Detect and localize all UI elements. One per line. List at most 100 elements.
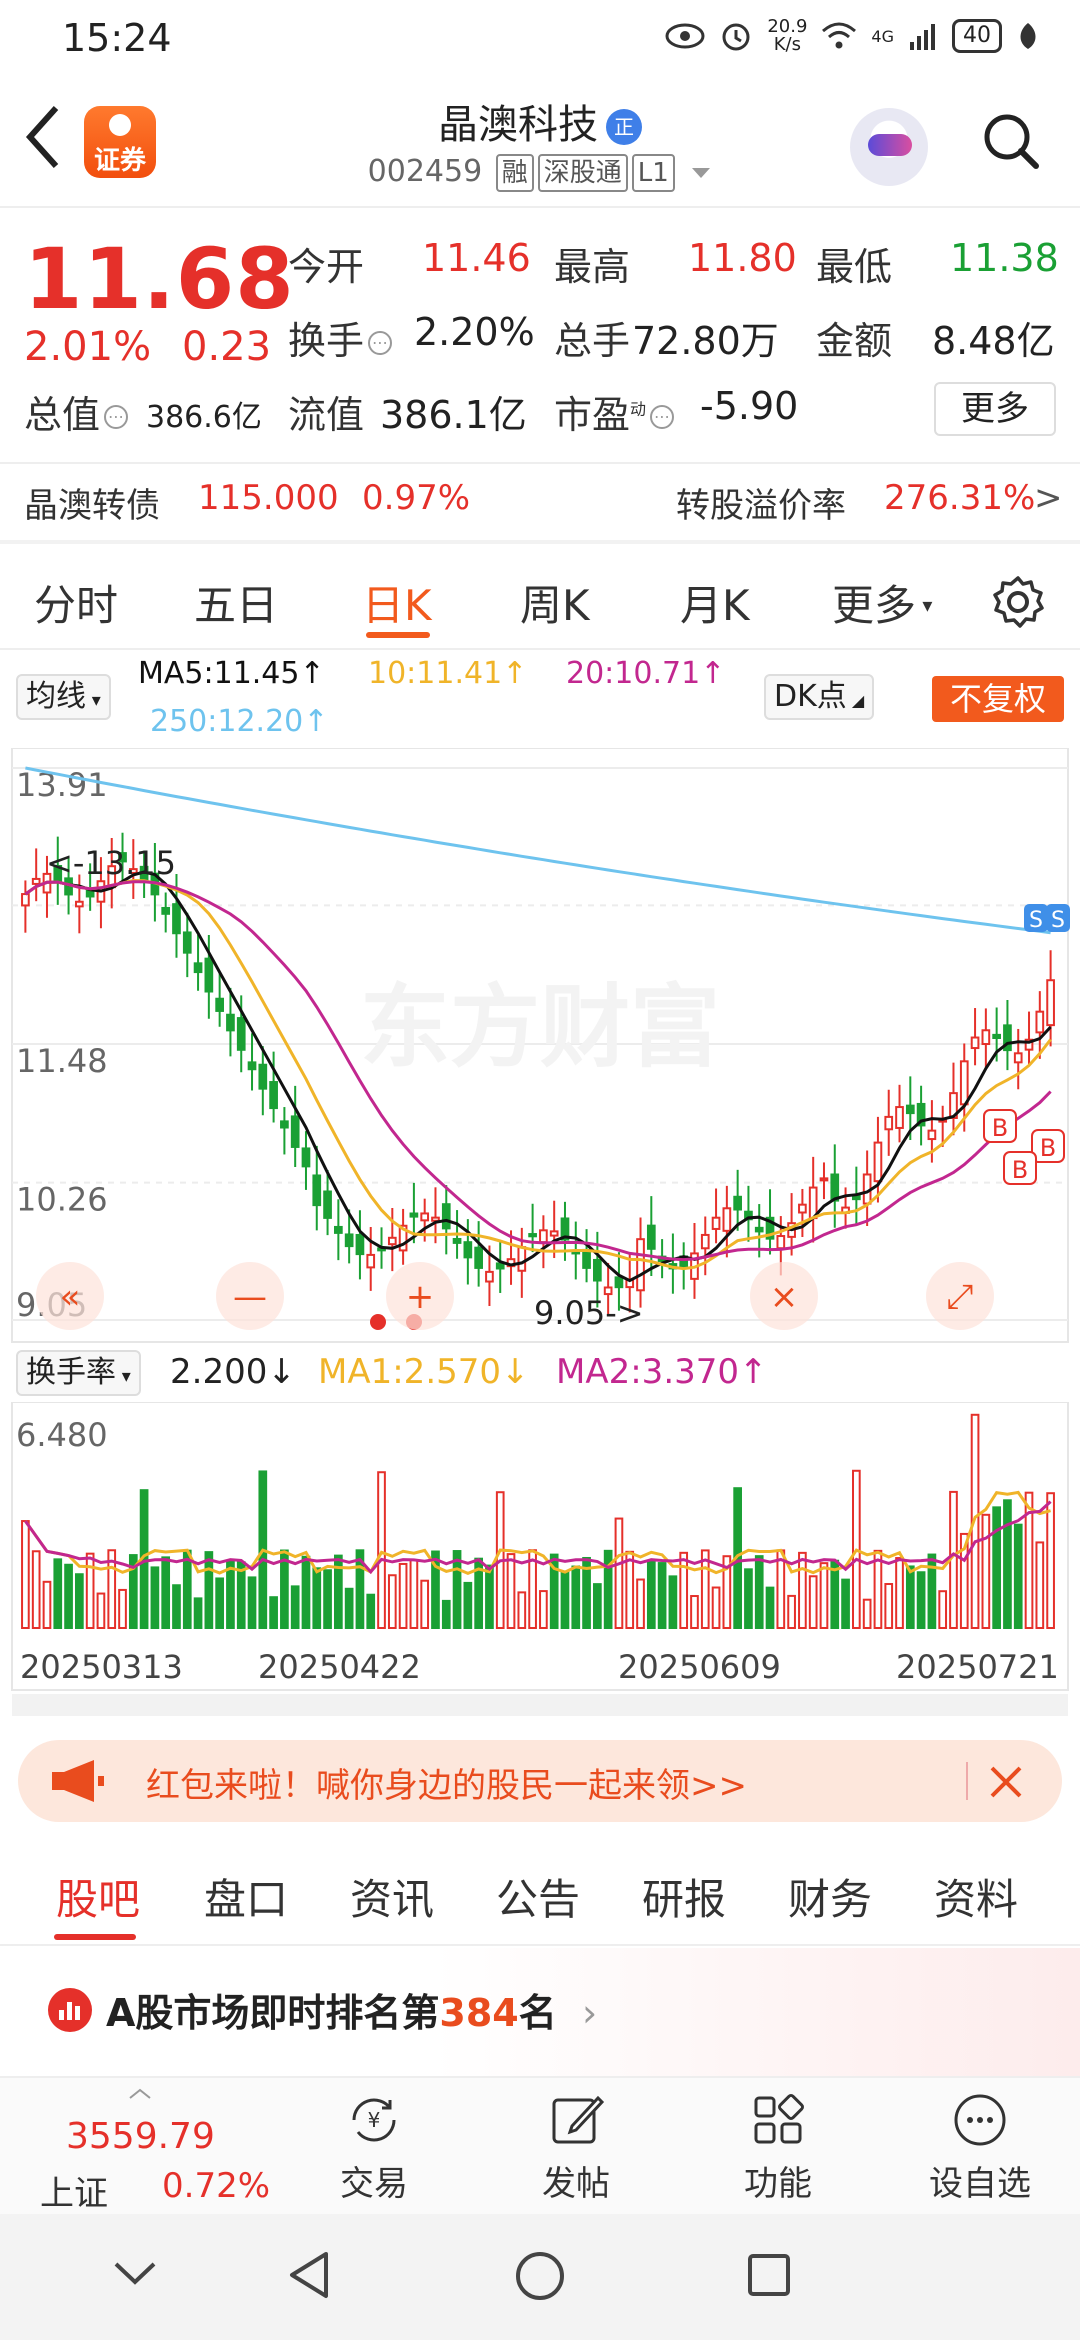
- candle-body: [172, 903, 181, 935]
- premium-arrow[interactable]: >: [1034, 478, 1063, 518]
- market-rank-row[interactable]: A股市场即时排名第384名 ›: [0, 1948, 1080, 2078]
- volume-bar: [1046, 1492, 1055, 1629]
- candle-body: [226, 1013, 235, 1032]
- candle-body: [711, 1216, 721, 1230]
- volume-bar: [53, 1558, 63, 1629]
- gear-icon[interactable]: [990, 574, 1046, 630]
- volume-bar: [571, 1565, 581, 1629]
- back-triangle-icon[interactable]: [286, 2250, 332, 2300]
- dk-point-button[interactable]: DK点 ◢: [764, 674, 875, 720]
- volume-bar: [64, 1563, 73, 1630]
- indicator-selector-button[interactable]: 换手率 ▾: [16, 1350, 141, 1396]
- bond-percent: 0.97%: [362, 478, 471, 518]
- rank-chart-icon: [48, 1988, 92, 2032]
- candle-body: [215, 997, 224, 1012]
- info-icon[interactable]: ⋯: [650, 405, 675, 429]
- candle-body: [21, 893, 30, 907]
- market-cap-label[interactable]: 总值 ⋯: [24, 384, 129, 439]
- ma-selector-button[interactable]: 均线 ▾: [16, 674, 111, 720]
- tab-monthly-k[interactable]: 月K: [680, 572, 750, 633]
- tab-profile[interactable]: 资料: [934, 1866, 1018, 1927]
- tab-daily-k[interactable]: 日K: [362, 572, 432, 633]
- trade-button[interactable]: ¥ 交易: [314, 2090, 434, 2205]
- chart-period-tabs: 分时 五日 日K 周K 月K 更多 ▾: [0, 560, 1080, 650]
- volume-bar: [21, 1520, 30, 1629]
- edit-icon: [552, 2095, 605, 2144]
- info-icon[interactable]: ⋯: [104, 405, 129, 429]
- close-icon[interactable]: [986, 1762, 1026, 1802]
- bond-name[interactable]: 晶澳转债: [24, 478, 160, 527]
- volume-bar: [657, 1562, 667, 1629]
- caret-down-icon: [692, 167, 711, 178]
- tab-five-day[interactable]: 五日: [194, 572, 278, 633]
- turnover-label[interactable]: 换手 ⋯: [288, 310, 393, 365]
- volume-frame: [11, 1402, 1069, 1691]
- tab-more[interactable]: 更多 ▾: [832, 572, 932, 633]
- home-circle-icon[interactable]: [514, 2250, 566, 2302]
- red-packet-banner[interactable]: 红包来啦！喊你身边的股民一起来领>>: [18, 1740, 1062, 1822]
- app-screen: 15:24 20.9 K/s 4G 40 证券 晶澳科技正 002459 融深股…: [0, 0, 1080, 2340]
- volume-bar: [711, 1586, 721, 1630]
- candle-body: [344, 1233, 354, 1248]
- chevron-down-icon[interactable]: [112, 2258, 158, 2288]
- search-icon[interactable]: [980, 110, 1040, 170]
- turnover-chart[interactable]: 6.480 20250313 20250422 20250609 20250721: [0, 1402, 1080, 1720]
- volume-bar: [485, 1564, 494, 1629]
- volume-bar: [539, 1590, 548, 1629]
- volume-bar: [614, 1517, 624, 1629]
- volume-bar: [765, 1586, 775, 1629]
- volume-bar: [798, 1551, 807, 1629]
- volume-bar: [344, 1587, 354, 1630]
- ma20-value: 20:10.71↑: [566, 656, 726, 691]
- eye-icon: [665, 23, 705, 49]
- tab-finance[interactable]: 财务: [788, 1866, 872, 1927]
- active-tab-indicator: [54, 1934, 136, 1940]
- volume-bar: [636, 1578, 645, 1630]
- candlestick-chart[interactable]: 13.9111.4810.269.05东方财富<-13.159.05->SSBB…: [0, 748, 1080, 1348]
- robot-assistant-avatar[interactable]: [850, 108, 928, 186]
- tab-intraday[interactable]: 分时: [34, 572, 118, 633]
- signal-type: 4G: [871, 26, 894, 46]
- more-circle-icon: [954, 2094, 1006, 2146]
- index-quote[interactable]: 3559.79 上证 0.72%: [30, 2088, 270, 2214]
- candle-body: [366, 1253, 376, 1269]
- alarm-icon: [722, 23, 750, 51]
- volume-bar: [75, 1573, 84, 1629]
- market-cap-value: 386.6亿: [146, 400, 262, 435]
- volume-bar: [182, 1549, 192, 1630]
- candle-body: [269, 1081, 278, 1110]
- volume-bar: [290, 1585, 300, 1629]
- high-label: 最高: [554, 245, 631, 289]
- recents-square-icon[interactable]: [746, 2252, 792, 2298]
- candle-body: [301, 1147, 311, 1168]
- candle-body: [182, 931, 192, 954]
- tab-weekly-k[interactable]: 周K: [520, 572, 590, 633]
- chart-control-icon: —: [233, 1277, 267, 1317]
- candle-body: [258, 1063, 268, 1090]
- candle-body: [970, 1036, 980, 1050]
- post-button[interactable]: 发帖: [516, 2090, 636, 2205]
- candle-body: [280, 1120, 289, 1129]
- volume-bar: [992, 1506, 1001, 1629]
- float-cap-value: 386.1亿: [380, 393, 527, 437]
- more-quote-button[interactable]: 更多: [934, 382, 1056, 436]
- pe-label[interactable]: 市盈动 ⋯: [554, 384, 675, 439]
- info-icon[interactable]: ⋯: [368, 331, 393, 355]
- tab-research[interactable]: 研报: [642, 1866, 726, 1927]
- megaphone-icon: [52, 1760, 104, 1802]
- tab-pankou[interactable]: 盘口: [204, 1866, 288, 1927]
- candle-body: [636, 1238, 645, 1292]
- tab-guba[interactable]: 股吧: [56, 1866, 140, 1927]
- candle-body: [247, 1061, 257, 1071]
- custom-watchlist-button[interactable]: 设自选: [918, 2090, 1042, 2205]
- open-value: 11.46: [422, 236, 531, 280]
- functions-button[interactable]: 功能: [718, 2090, 838, 2205]
- buy-marker-label: B: [1040, 1134, 1056, 1162]
- turnover-value: 2.20%: [414, 310, 535, 354]
- amount-value: 8.48亿: [932, 319, 1055, 363]
- adjustment-button[interactable]: 不复权: [932, 676, 1064, 722]
- low-annotation: 9.05->: [534, 1294, 644, 1332]
- leaf-icon: [1020, 23, 1036, 49]
- tab-news[interactable]: 资讯: [350, 1866, 434, 1927]
- tab-announcements[interactable]: 公告: [496, 1866, 580, 1927]
